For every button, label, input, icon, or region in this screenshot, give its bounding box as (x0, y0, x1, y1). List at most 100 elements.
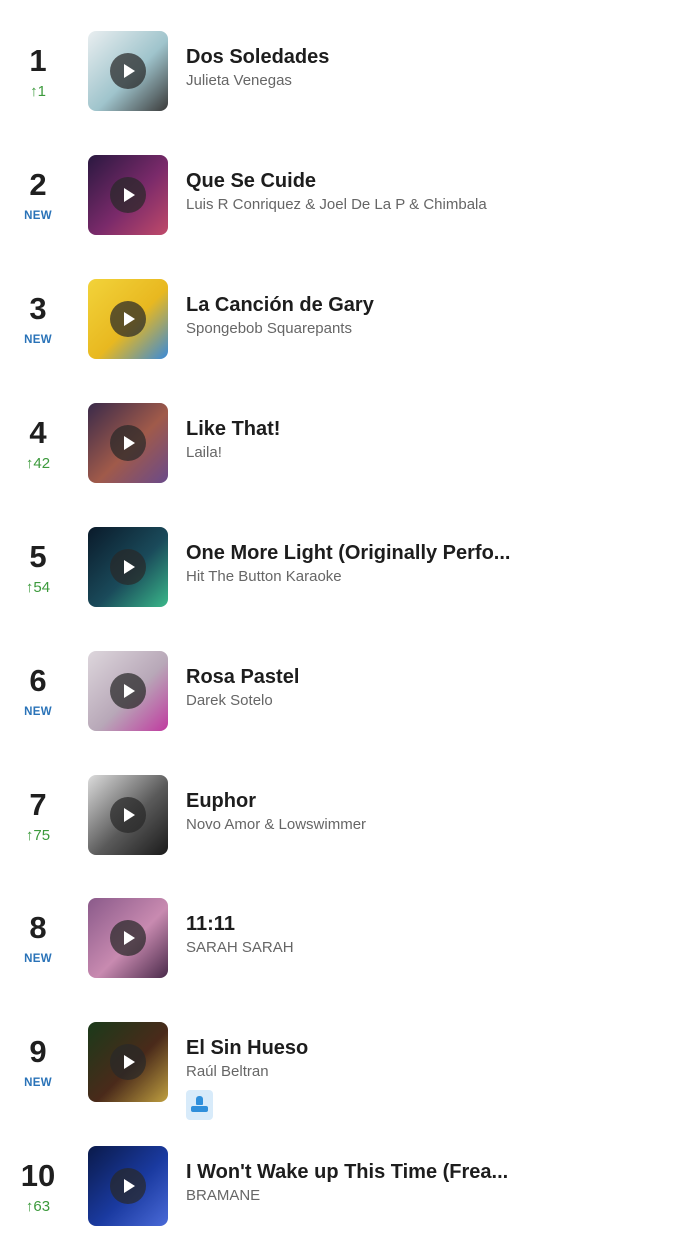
play-icon[interactable] (110, 920, 146, 956)
album-art[interactable] (88, 279, 168, 359)
rank-column: 3 NEW (8, 289, 68, 349)
album-art[interactable] (88, 403, 168, 483)
track-title[interactable]: Rosa Pastel (186, 664, 686, 690)
play-icon[interactable] (110, 1044, 146, 1080)
rank-column: 2 NEW (8, 165, 68, 225)
track-row[interactable]: 6 NEW Rosa Pastel Darek Sotelo (0, 651, 699, 775)
rank-change: ↑1 (8, 83, 68, 101)
track-row[interactable]: 1 ↑1 Dos Soledades Julieta Venegas (0, 31, 699, 155)
rank-change: ↑54 (8, 579, 68, 597)
rank-number: 10 (20, 1158, 56, 1193)
track-title[interactable]: Like That! (186, 416, 686, 442)
rank-column: 5 ↑54 (8, 537, 68, 597)
rank-number: 5 (29, 539, 47, 574)
play-icon[interactable] (110, 425, 146, 461)
track-title[interactable]: 11:11 (186, 911, 686, 937)
rank-change: ↑42 (8, 455, 68, 473)
track-row[interactable]: 7 ↑75 Euphor Novo Amor & Lowswimmer (0, 775, 699, 899)
track-info: Like That! Laila! (186, 416, 686, 463)
track-artist[interactable]: Julieta Venegas (186, 71, 686, 91)
user-icon[interactable] (186, 1090, 213, 1120)
rank-number: 9 (29, 1034, 47, 1069)
track-info: Dos Soledades Julieta Venegas (186, 44, 686, 91)
play-icon[interactable] (110, 673, 146, 709)
new-badge: NEW (24, 334, 52, 346)
rank-change-value: 75 (33, 827, 51, 844)
new-badge: NEW (24, 953, 52, 965)
track-artist[interactable]: Hit The Button Karaoke (186, 567, 686, 587)
track-info: Euphor Novo Amor & Lowswimmer (186, 788, 686, 835)
rank-change-value: 42 (33, 455, 51, 472)
track-info: Rosa Pastel Darek Sotelo (186, 664, 686, 711)
rank-column: 8 NEW (8, 908, 68, 968)
rank-change-value: 54 (33, 579, 51, 596)
album-art[interactable] (88, 31, 168, 111)
album-art[interactable] (88, 1146, 168, 1226)
track-artist[interactable]: Luis R Conriquez & Joel De La P & Chimba… (186, 195, 686, 215)
track-artist[interactable]: Darek Sotelo (186, 691, 686, 711)
rank-number: 1 (29, 43, 47, 78)
track-title[interactable]: La Canción de Gary (186, 292, 686, 318)
play-icon[interactable] (110, 797, 146, 833)
track-title[interactable]: One More Light (Originally Perfo... (186, 540, 686, 566)
track-row[interactable]: 10 ↑63 I Won't Wake up This Time (Frea... B… (0, 1146, 699, 1246)
track-artist[interactable]: Spongebob Squarepants (186, 319, 686, 339)
rank-column: 10 ↑63 (8, 1156, 68, 1216)
user-icon-body (191, 1106, 208, 1112)
track-artist[interactable]: Raúl Beltran (186, 1062, 686, 1082)
track-title[interactable]: Dos Soledades (186, 44, 686, 70)
rank-change-value: 1 (37, 83, 46, 100)
play-icon[interactable] (110, 549, 146, 585)
track-artist[interactable]: Novo Amor & Lowswimmer (186, 815, 686, 835)
rank-change: ↑75 (8, 827, 68, 845)
track-artist[interactable]: BRAMANE (186, 1186, 686, 1206)
chart-list: 1 ↑1 Dos Soledades Julieta Venegas 2 NEW Que S… (0, 0, 699, 1246)
track-row[interactable]: 8 NEW 11:11 SARAH SARAH (0, 898, 699, 1022)
play-icon[interactable] (110, 301, 146, 337)
play-icon[interactable] (110, 1168, 146, 1204)
track-title[interactable]: I Won't Wake up This Time (Frea... (186, 1159, 686, 1185)
rank-column: 6 NEW (8, 661, 68, 721)
new-badge: NEW (24, 706, 52, 718)
track-info: I Won't Wake up This Time (Frea... BRAMAN… (186, 1159, 686, 1206)
track-info: Que Se Cuide Luis R Conriquez & Joel De L… (186, 168, 686, 215)
rank-number: 2 (29, 167, 47, 202)
album-art[interactable] (88, 898, 168, 978)
track-row[interactable]: 2 NEW Que Se Cuide Luis R Conriquez & Joel … (0, 155, 699, 279)
track-title[interactable]: El Sin Hueso (186, 1035, 686, 1061)
track-info: La Canción de Gary Spongebob Squarepants (186, 292, 686, 339)
track-row[interactable]: 5 ↑54 One More Light (Originally Perfo... H… (0, 527, 699, 651)
album-art[interactable] (88, 775, 168, 855)
track-info: El Sin Hueso Raúl Beltran (186, 1035, 686, 1125)
new-badge: NEW (24, 210, 52, 222)
track-row[interactable]: 3 NEW La Canción de Gary Spongebob Squarepa… (0, 279, 699, 403)
rank-number: 3 (29, 291, 47, 326)
rank-column: 4 ↑42 (8, 413, 68, 473)
rank-number: 4 (29, 415, 47, 450)
track-info: 11:11 SARAH SARAH (186, 911, 686, 958)
rank-column: 7 ↑75 (8, 785, 68, 845)
up-arrow-icon: ↑ (30, 83, 38, 100)
user-icon-head (196, 1096, 203, 1105)
rank-column: 9 NEW (8, 1032, 68, 1092)
track-title[interactable]: Que Se Cuide (186, 168, 686, 194)
rank-change: ↑63 (8, 1198, 68, 1216)
album-art[interactable] (88, 651, 168, 731)
track-artist[interactable]: Laila! (186, 443, 686, 463)
play-icon[interactable] (110, 53, 146, 89)
track-title[interactable]: Euphor (186, 788, 686, 814)
rank-column: 1 ↑1 (8, 41, 68, 101)
album-art[interactable] (88, 527, 168, 607)
track-row[interactable]: 4 ↑42 Like That! Laila! (0, 403, 699, 527)
rank-number: 7 (29, 787, 47, 822)
play-icon[interactable] (110, 177, 146, 213)
rank-change-value: 63 (33, 1198, 51, 1215)
rank-number: 8 (29, 910, 47, 945)
track-row[interactable]: 9 NEW El Sin Hueso Raúl Beltran (0, 1022, 699, 1146)
album-art[interactable] (88, 155, 168, 235)
track-artist[interactable]: SARAH SARAH (186, 938, 686, 958)
track-info: One More Light (Originally Perfo... Hit T… (186, 540, 686, 587)
album-art[interactable] (88, 1022, 168, 1102)
new-badge: NEW (24, 1077, 52, 1089)
rank-number: 6 (29, 663, 47, 698)
